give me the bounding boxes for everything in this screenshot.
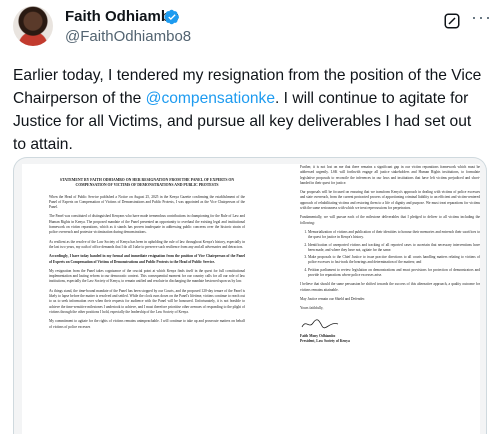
statement-document: STATEMENT BY FAITH ODHIAMBO ON HER RESIG… [22,164,480,434]
deliverable-item: Petition parliament to review legislatio… [308,268,480,279]
document-paragraph: When the Head of Public Service publishe… [49,194,245,210]
author-name[interactable]: Faith Odhiambo [65,8,179,26]
document-paragraph: The Panel was constituted of distinguish… [49,214,245,235]
signatory-title: President, Law Society of Kenya [300,339,350,344]
document-title: STATEMENT BY FAITH ODHIAMBO ON HER RESIG… [59,178,235,188]
grok-icon[interactable] [443,12,461,30]
tweet-text: Earlier today, I tendered my resignation… [13,64,487,156]
signature [301,318,339,328]
verified-badge-icon [164,9,179,25]
document-paragraph: Accordingly, I have today handed in my f… [49,254,245,264]
document-paragraph: My commitment to agitate for the rights … [49,319,245,329]
deliverable-item: Identification of unreported victims and… [308,243,480,254]
deliverable-item: Make proposals to the Chief Justice to i… [308,255,480,266]
document-paragraph: As things stand, the time-bound mandate … [49,288,245,314]
document-paragraph: My resignation from the Panel takes cogn… [49,268,245,284]
document-paragraph: Fundamentally, we will pursue each of th… [300,215,480,225]
document-paragraph: May Justice remain our Shield and Defend… [300,296,365,301]
mention-link[interactable]: @compensationke [146,90,275,107]
document-paragraph: I believe that should the same persuasio… [300,282,480,292]
document-paragraph: Our proposals will be focused on ensurin… [300,190,480,211]
document-right-column: Further, it is not lost on me that there… [300,165,480,344]
tweet-header: Faith Odhiambo @FaithOdhiambo8 ··· [13,4,491,54]
document-paragraph: As resilient as the resolve of the Law S… [49,239,245,249]
document-left-column: STATEMENT BY FAITH ODHIAMBO ON HER RESIG… [49,178,245,334]
deliverables-list: Memorialization of victims and publicati… [300,230,480,278]
document-paragraph: Yours faithfully, [300,306,324,311]
document-paragraph: Further, it is not lost on me that there… [300,165,480,185]
author-handle[interactable]: @FaithOdhiambo8 [65,28,191,46]
more-options-icon[interactable]: ··· [471,8,491,30]
deliverable-item: Memorialization of victims and publicati… [308,230,480,241]
avatar[interactable] [13,6,53,46]
attached-image[interactable]: STATEMENT BY FAITH ODHIAMBO ON HER RESIG… [13,157,487,434]
